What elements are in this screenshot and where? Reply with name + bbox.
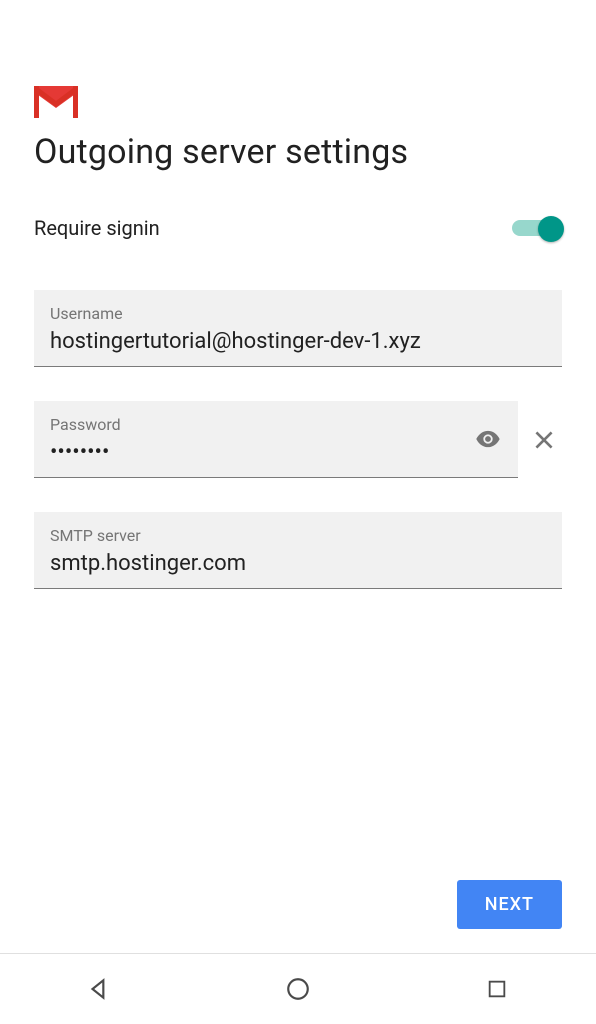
username-field[interactable]: Username xyxy=(34,290,562,367)
clear-password-icon[interactable] xyxy=(524,420,564,460)
nav-home-icon[interactable] xyxy=(283,974,313,1004)
smtp-input[interactable] xyxy=(50,551,546,576)
require-signin-label: Require signin xyxy=(34,216,160,240)
require-signin-toggle[interactable] xyxy=(512,216,562,240)
nav-recent-icon[interactable] xyxy=(482,974,512,1004)
username-label: Username xyxy=(50,304,546,323)
gmail-logo xyxy=(34,0,562,86)
android-navbar xyxy=(0,954,596,1024)
page-title: Outgoing server settings xyxy=(34,132,562,172)
next-button[interactable]: NEXT xyxy=(457,880,562,929)
password-input[interactable] xyxy=(50,440,462,465)
smtp-field[interactable]: SMTP server xyxy=(34,512,562,589)
password-label: Password xyxy=(50,415,462,434)
smtp-label: SMTP server xyxy=(50,526,546,545)
username-input[interactable] xyxy=(50,329,546,354)
nav-back-icon[interactable] xyxy=(84,974,114,1004)
show-password-icon[interactable] xyxy=(470,421,506,457)
password-field[interactable]: Password xyxy=(34,401,518,478)
